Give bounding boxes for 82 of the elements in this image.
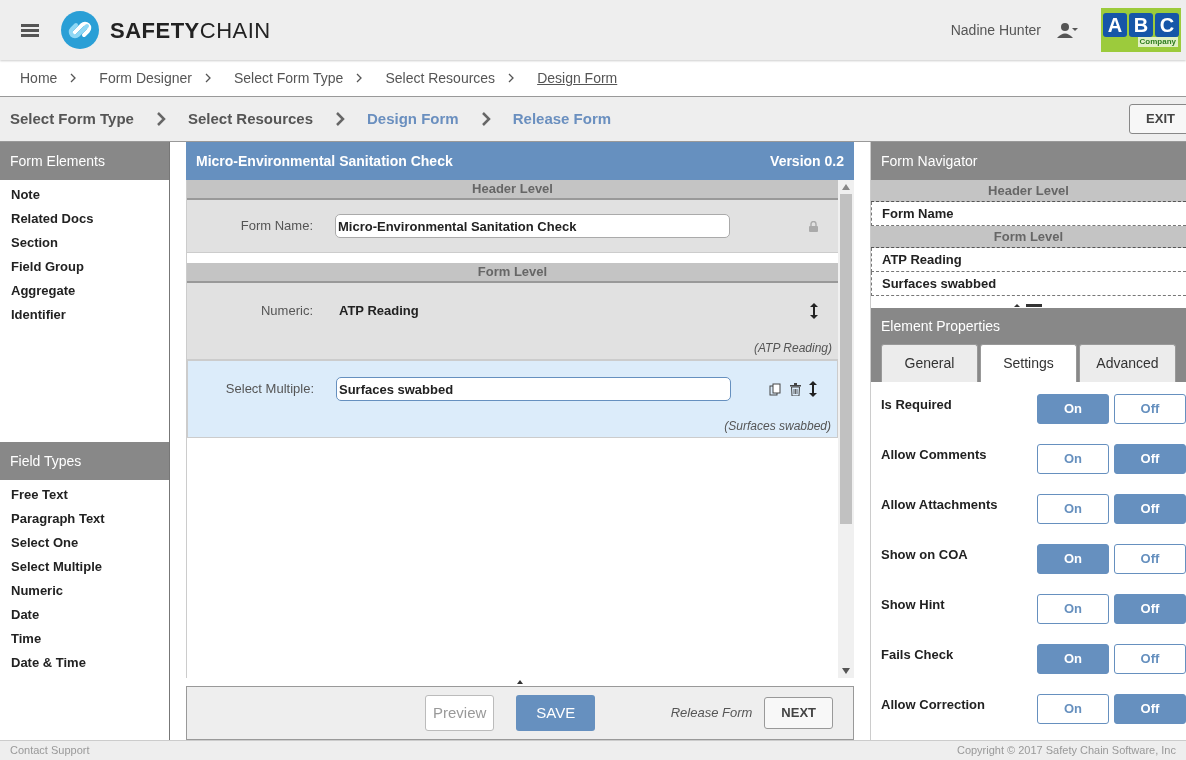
chevron-icon xyxy=(480,112,491,126)
chevron-icon xyxy=(203,73,212,83)
palette-item[interactable]: Identifier xyxy=(0,303,169,327)
panel-header: Form Navigator xyxy=(871,142,1186,180)
scrollbar[interactable] xyxy=(838,180,854,678)
navigator-item[interactable]: Surfaces swabbed xyxy=(871,272,1186,296)
text-field[interactable]: Micro-Environmental Sanitation Check xyxy=(335,214,730,238)
user-name[interactable]: Nadine Hunter xyxy=(950,19,1041,41)
breadcrumb-link[interactable]: Design Form xyxy=(537,67,618,89)
logo-letter: B xyxy=(1129,13,1153,37)
setting-label: Is Required xyxy=(881,396,953,414)
field-label: Select Multiple: xyxy=(224,380,314,399)
scroll-down-arrow-icon[interactable] xyxy=(842,668,850,674)
section-header: Form Level xyxy=(871,226,1186,248)
chevron-icon xyxy=(335,112,345,126)
field-hint: (ATP Reading) xyxy=(753,340,833,357)
panel-header: Field Types xyxy=(0,442,169,480)
palette-item[interactable]: Numeric xyxy=(0,579,169,603)
palette-item[interactable]: Time xyxy=(0,627,169,651)
setting-label: Allow Attachments xyxy=(881,496,999,514)
field-value: ATP Reading xyxy=(339,302,420,321)
section-header: Header Level xyxy=(187,180,838,200)
logo-caption: Company xyxy=(1137,37,1178,47)
properties-tab[interactable]: Advanced xyxy=(1079,344,1176,382)
properties-tab[interactable]: Settings xyxy=(980,344,1077,382)
form-field-row[interactable]: Numeric: ATP Reading (ATP Reading) xyxy=(187,283,838,360)
next-button[interactable]: NEXT xyxy=(764,697,833,729)
setting-label: Show on COA xyxy=(881,546,969,564)
wizard-step[interactable]: Select Form Type xyxy=(10,107,134,131)
copy-icon xyxy=(769,382,782,396)
palette-item[interactable]: Free Text xyxy=(0,483,169,507)
palette-item[interactable]: Date & Time xyxy=(0,651,169,675)
copyright-text: Copyright © 2017 Safety Chain Software, Inc xyxy=(956,743,1176,759)
chevron-icon xyxy=(355,73,364,83)
breadcrumb-link[interactable]: Home xyxy=(20,67,58,89)
navigator-item[interactable]: ATP Reading xyxy=(871,248,1186,272)
logo-letter: C xyxy=(1155,13,1179,37)
setting-label: Allow Comments xyxy=(881,446,988,464)
palette-item[interactable]: Section xyxy=(0,231,169,255)
setting-label: Allow Correction xyxy=(881,696,986,714)
field-label: Form Name: xyxy=(239,217,313,236)
palette-item[interactable]: Paragraph Text xyxy=(0,507,169,531)
form-title: Micro-Environmental Sanitation Check xyxy=(196,151,453,171)
setting-label: Show Hint xyxy=(881,596,946,614)
panel-header: Form Elements xyxy=(0,142,169,180)
form-version: Version 0.2 xyxy=(770,151,844,171)
breadcrumb-link[interactable]: Select Form Type xyxy=(233,67,344,89)
palette-item[interactable]: Select Multiple xyxy=(0,555,169,579)
palette-item[interactable]: Field Group xyxy=(0,255,169,279)
palette-item[interactable]: Aggregate xyxy=(0,279,169,303)
move-icon xyxy=(809,381,817,397)
chevron-icon xyxy=(69,73,78,83)
brand-name: SAFETYCHAIN xyxy=(110,16,271,45)
field-hint: (Surfaces swabbed) xyxy=(724,418,832,435)
breadcrumb-link[interactable]: Select Resources xyxy=(385,67,496,89)
trash-icon xyxy=(790,382,801,396)
form-field-row[interactable]: Select Multiple: Surfaces swabbed (Surfaces swabbed) xyxy=(187,360,838,438)
section-header: Header Level xyxy=(871,180,1186,202)
palette-item[interactable]: Related Docs xyxy=(0,207,169,231)
chain-logo-icon xyxy=(60,10,100,50)
field-label: Numeric: xyxy=(260,302,313,321)
release-form-label: Release Form xyxy=(670,704,753,723)
panel-title: Element Properties xyxy=(880,317,1002,336)
scroll-up-arrow-icon[interactable] xyxy=(842,184,850,190)
breadcrumb-link[interactable]: Form Designer xyxy=(99,67,192,89)
palette-item[interactable]: Select One xyxy=(0,531,169,555)
text-field[interactable]: Surfaces swabbed xyxy=(336,377,731,401)
chevron-icon xyxy=(507,73,516,83)
chevron-icon xyxy=(155,112,166,126)
palette-item[interactable]: Date xyxy=(0,603,169,627)
palette-item[interactable]: Note xyxy=(0,183,169,207)
exit-button[interactable]: EXIT xyxy=(1129,104,1186,134)
move-icon xyxy=(810,303,818,319)
resize-handle-icon xyxy=(1013,302,1044,308)
setting-label: Fails Check xyxy=(881,646,955,664)
expand-icon xyxy=(517,680,523,684)
form-field-row[interactable]: Form Name: Micro-Environmental Sanitation Check xyxy=(187,200,838,253)
user-menu-button[interactable] xyxy=(1057,21,1079,39)
properties-tab[interactable]: General xyxy=(881,344,978,382)
section-header: Form Level xyxy=(187,263,838,283)
logo-letter: A xyxy=(1103,13,1127,37)
wizard-step[interactable]: Select Resources xyxy=(187,107,313,131)
